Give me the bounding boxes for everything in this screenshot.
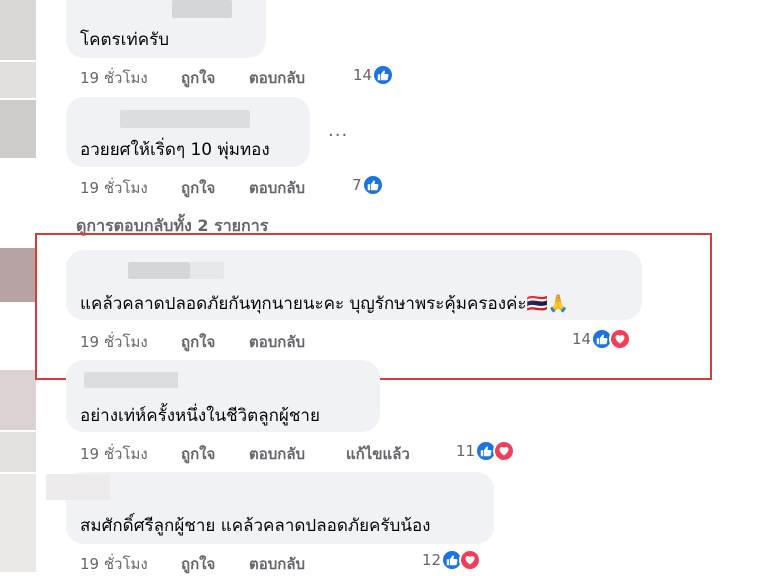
commenter-name[interactable]	[172, 0, 232, 18]
reaction-number: 14	[353, 66, 373, 84]
comment-time[interactable]: 19 ชั่วโมง	[80, 442, 148, 466]
reply-button[interactable]: ตอบกลับ	[249, 552, 305, 576]
avatar[interactable]	[0, 432, 36, 472]
avatar[interactable]	[0, 370, 36, 430]
reaction-count[interactable]: 7	[352, 174, 384, 196]
avatar[interactable]	[0, 0, 36, 60]
commenter-name[interactable]	[84, 372, 178, 388]
comment-time[interactable]: 19 ชั่วโมง	[80, 66, 148, 90]
commenter-name[interactable]	[46, 474, 110, 500]
reaction-number: 7	[352, 176, 362, 194]
reply-button[interactable]: ตอบกลับ	[249, 442, 305, 466]
like-button[interactable]: ถูกใจ	[181, 66, 215, 90]
comment-time[interactable]: 19 ชั่วโมง	[80, 552, 148, 576]
reaction-count[interactable]: 11	[456, 440, 516, 462]
comment-text: โคตรเท่ครับ	[80, 30, 169, 50]
like-icon	[372, 64, 395, 86]
comment-text: สมศักดิ์ศรีลูกผู้ชาย แคล้วคลาดปลอดภัยครั…	[80, 516, 431, 536]
avatar[interactable]	[0, 248, 36, 302]
more-options-icon[interactable]: ...	[328, 120, 348, 141]
commenter-name[interactable]	[120, 110, 250, 128]
avatar[interactable]	[0, 62, 36, 98]
reaction-number: 11	[456, 442, 476, 460]
like-button[interactable]: ถูกใจ	[181, 176, 215, 200]
love-icon	[459, 549, 482, 571]
reply-button[interactable]: ตอบกลับ	[249, 176, 305, 200]
reaction-number: 12	[422, 551, 442, 569]
like-button[interactable]: ถูกใจ	[181, 442, 215, 466]
like-button[interactable]: ถูกใจ	[181, 552, 215, 576]
love-icon	[493, 440, 516, 462]
avatar[interactable]	[0, 100, 36, 158]
comment-text: อวยยศให้เริ่ดๆ 10 พุ่มทอง	[80, 140, 270, 160]
like-icon	[361, 174, 384, 196]
avatar[interactable]	[0, 474, 36, 572]
reaction-count[interactable]: 14	[353, 64, 395, 86]
comment-text: อย่างเท่ห์ครั้งหนึ่งในชีวิตลูกผู้ชาย	[80, 406, 320, 426]
reply-button[interactable]: ตอบกลับ	[249, 66, 305, 90]
highlight-box	[35, 233, 712, 380]
edited-label[interactable]: แก้ไขแล้ว	[346, 442, 410, 466]
reaction-count[interactable]: 12	[422, 549, 482, 571]
comment-time[interactable]: 19 ชั่วโมง	[80, 176, 148, 200]
